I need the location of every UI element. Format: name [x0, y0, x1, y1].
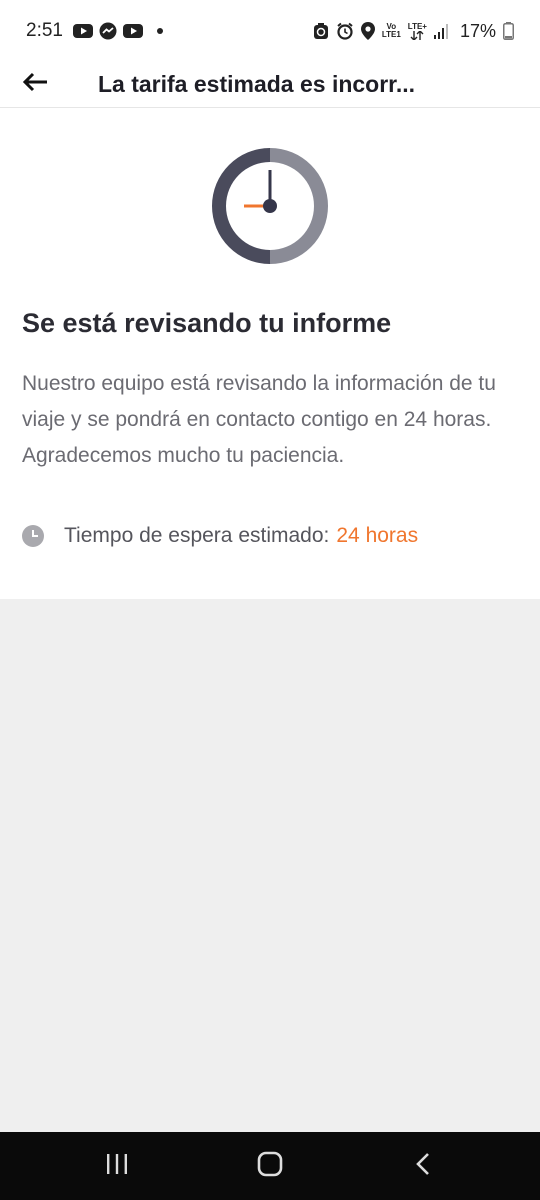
status-bar: 2:51 Vo LTE1 LTE+ 17%: [0, 0, 540, 62]
notification-dot-icon: [156, 28, 163, 34]
battery-icon: [503, 22, 514, 40]
status-left: 2:51: [26, 20, 163, 42]
lte-label: LTE+: [407, 21, 427, 31]
youtube-icon: [72, 24, 93, 38]
recents-icon: [105, 1153, 129, 1180]
volte-icon: Vo LTE1: [382, 23, 401, 39]
alarm-icon: [336, 22, 354, 40]
review-description: Nuestro equipo está revisando la informa…: [22, 372, 496, 467]
status-time: 2:51: [26, 20, 63, 41]
arrow-left-icon: [22, 72, 48, 97]
app-header: La tarifa estimada es incorr...: [0, 62, 540, 108]
clock-small-icon: [22, 525, 44, 547]
estimated-wait-row: Tiempo de espera estimado: 24 horas: [22, 524, 522, 548]
battery-percent: 17%: [459, 20, 496, 41]
nav-back-button[interactable]: [393, 1136, 453, 1196]
clock-icon: [212, 148, 328, 264]
signal-icon: [433, 23, 450, 39]
page-title: La tarifa estimada es incorr...: [98, 71, 416, 97]
wait-value: 24 horas: [336, 524, 419, 547]
system-nav-bar: [0, 1132, 540, 1200]
screen: 2:51 Vo LTE1 LTE+ 17% La tarifa estimada…: [0, 0, 540, 1200]
home-icon: [257, 1151, 283, 1182]
nav-home-button[interactable]: [240, 1136, 300, 1196]
review-title: Se está revisando tu informe: [22, 308, 392, 338]
wait-label: Tiempo de espera estimado:: [64, 524, 330, 547]
messenger-icon: [99, 22, 117, 40]
review-status-card: Se está revisando tu informe Nuestro equ…: [0, 108, 540, 599]
status-right: Vo LTE1 LTE+ 17%: [313, 21, 514, 42]
app-alarm-icon: [313, 22, 329, 40]
chevron-left-icon: [415, 1152, 431, 1181]
location-icon: [360, 22, 375, 40]
nav-recents-button[interactable]: [87, 1136, 147, 1196]
volte-sub-label: LTE1: [381, 30, 401, 39]
youtube-icon: [122, 24, 143, 38]
back-button[interactable]: [0, 62, 70, 108]
lte-data-icon: LTE+: [407, 21, 427, 40]
